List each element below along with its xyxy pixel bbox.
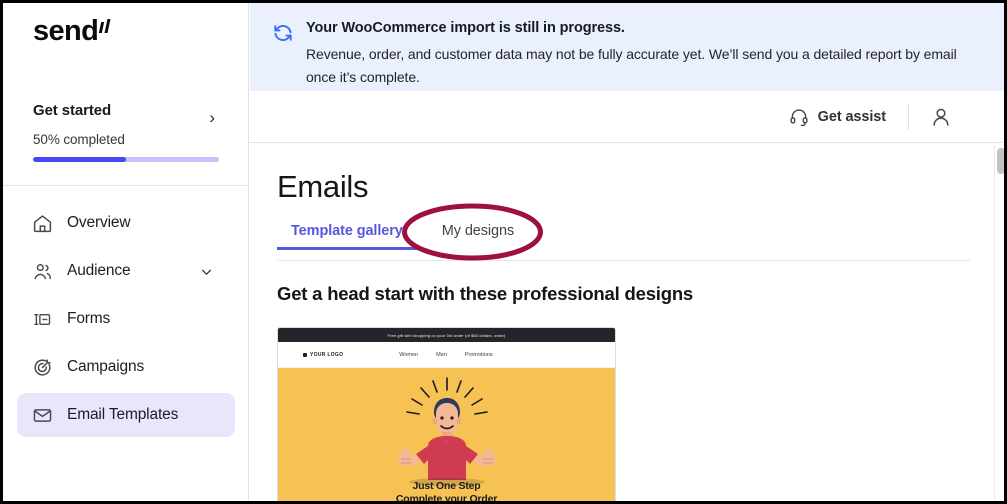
get-started-chevron-icon[interactable]: ›: [209, 109, 215, 126]
tab-template-gallery[interactable]: Template gallery: [277, 223, 417, 250]
sidebar-item-forms[interactable]: Forms: [17, 297, 235, 341]
thumbs-up-person-illustration: [397, 377, 496, 486]
template-card-logo-mark-icon: [303, 352, 307, 357]
brand-logo[interactable]: send: [33, 17, 113, 46]
template-card-nav-link: Men: [436, 351, 447, 358]
template-card-logo: YOUR LOGO: [303, 352, 343, 358]
users-icon: [31, 260, 53, 282]
user-avatar-icon[interactable]: [929, 105, 953, 129]
get-started-progress-label: 50% completed: [33, 132, 125, 147]
section-heading: Get a head start with these professional…: [277, 283, 694, 304]
banner-body: Revenue, order, and customer data may no…: [306, 46, 957, 85]
sidebar-item-overview[interactable]: Overview: [17, 201, 235, 245]
tab-bar: Template gallery My designs: [277, 223, 970, 261]
sync-refresh-icon: [272, 22, 300, 91]
headset-icon: [789, 107, 809, 127]
template-card-nav-links: Women Men Promotions: [399, 352, 492, 358]
template-card-hero: Just One Step Complete your Order: [278, 368, 615, 501]
sidebar-item-label: Email Templates: [67, 406, 179, 423]
template-card-caption-line2: Complete your Order: [395, 493, 498, 501]
template-card-top-banner-text: Free gift with shopping on your 3rd orde…: [387, 332, 506, 338]
brand-logo-text: send: [33, 15, 99, 47]
sidebar-nav: Overview Audience Forms Campaigns Email …: [3, 201, 249, 441]
form-icon: [31, 308, 53, 330]
main-area: Your WooCommerce import is still in prog…: [250, 3, 1004, 501]
import-status-banner: Your WooCommerce import is still in prog…: [250, 3, 1004, 91]
template-card-nav: YOUR LOGO Women Men Promotions: [278, 342, 615, 368]
get-started-panel[interactable]: Get started › 50% completed: [3, 95, 249, 162]
chevron-down-icon[interactable]: [200, 266, 211, 277]
template-card-logo-text: YOUR LOGO: [310, 351, 344, 358]
envelope-icon: [31, 404, 53, 426]
banner-text-block: Your WooCommerce import is still in prog…: [306, 20, 985, 91]
page-title: Emails: [277, 169, 369, 204]
sidebar-divider: [3, 185, 249, 186]
sidebar: send Get started › 50% completed Overvie…: [3, 3, 249, 501]
sidebar-item-label: Campaigns: [67, 358, 145, 375]
sidebar-item-email-templates[interactable]: Email Templates: [17, 393, 235, 437]
sidebar-item-label: Overview: [67, 214, 131, 231]
get-assist-label: Get assist: [817, 108, 886, 125]
template-card-nav-link: Women: [399, 351, 419, 358]
target-icon: [31, 356, 53, 378]
home-icon: [31, 212, 53, 234]
content-area: Emails Template gallery My designs Get a…: [250, 144, 1004, 501]
get-assist-button[interactable]: Get assist: [789, 107, 886, 127]
get-started-title: Get started: [33, 102, 112, 119]
sidebar-item-audience[interactable]: Audience: [17, 249, 235, 293]
top-bar: Get assist: [250, 91, 1004, 143]
template-card[interactable]: Free gift with shopping on your 3rd orde…: [277, 327, 616, 501]
brand-logo-marks-icon: [99, 17, 113, 43]
template-card-caption-line1: Just One Step: [412, 480, 481, 493]
banner-title: Your WooCommerce import is still in prog…: [306, 20, 625, 36]
sidebar-item-campaigns[interactable]: Campaigns: [17, 345, 235, 389]
topbar-divider: [908, 103, 909, 130]
get-started-progress-bar: [33, 157, 219, 162]
template-card-nav-link: Promotions: [464, 351, 493, 358]
template-card-caption: Just One Step Complete your Order: [278, 480, 615, 501]
template-card-top-banner: Free gift with shopping on your 3rd orde…: [278, 328, 615, 342]
tab-my-designs[interactable]: My designs: [417, 223, 539, 249]
get-started-progress-fill: [33, 157, 126, 162]
content-scrollbar-thumb[interactable]: [997, 148, 1004, 174]
content-scrollbar-track[interactable]: [994, 144, 1004, 501]
app-window: send Get started › 50% completed Overvie…: [0, 0, 1007, 504]
sidebar-item-label: Forms: [67, 310, 111, 327]
sidebar-item-label: Audience: [67, 262, 131, 279]
